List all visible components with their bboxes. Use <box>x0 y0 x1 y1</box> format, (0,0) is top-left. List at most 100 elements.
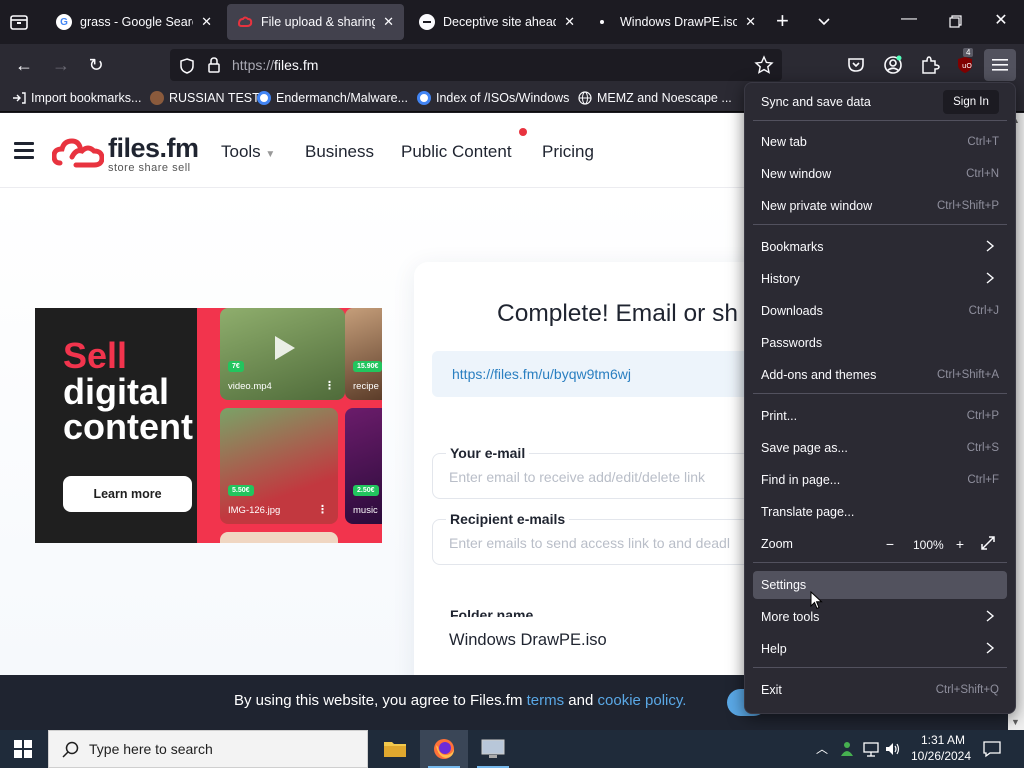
bookmark-star-icon[interactable] <box>754 55 774 75</box>
nav-bar: ← → ↻ https://files.fm uO 4 <box>0 44 1024 86</box>
tab-file-upload[interactable]: File upload & sharing. F ✕ <box>227 4 404 40</box>
bookmark-label: Endermanch/Malware... <box>276 91 409 105</box>
cookie-policy-link[interactable]: cookie policy. <box>598 692 687 709</box>
ublock-icon[interactable]: uO 4 <box>954 48 976 76</box>
url-bar[interactable]: https://files.fm <box>170 49 782 81</box>
show-hidden-icons-chevron-icon[interactable]: ︿ <box>816 740 828 757</box>
globe-icon <box>578 91 592 105</box>
restore-icon[interactable] <box>940 14 970 30</box>
extensions-icon[interactable] <box>918 54 940 76</box>
sync-label: Sync and save data <box>761 95 871 109</box>
share-link[interactable]: https://files.fm/u/byqw9tm6wj <box>452 366 631 382</box>
menu-print[interactable]: Print... Ctrl+P <box>753 402 1007 430</box>
close-tab-icon[interactable]: ✕ <box>201 14 212 30</box>
menu-new-window[interactable]: New window Ctrl+N <box>753 160 1007 188</box>
tab-title: Deceptive site ahead <box>443 15 557 29</box>
ad-card-music: 2.50€ music <box>345 408 382 524</box>
fullscreen-icon[interactable] <box>979 534 997 552</box>
url-text[interactable]: https://files.fm <box>232 57 318 73</box>
bookmark-russian-test[interactable]: RUSSIAN TEST <box>150 91 260 105</box>
notifications-icon[interactable] <box>982 740 1002 758</box>
close-tab-icon[interactable]: ✕ <box>745 14 756 30</box>
menu-exit[interactable]: Exit Ctrl+Shift+Q <box>753 676 1007 704</box>
menu-help[interactable]: Help <box>753 635 1007 663</box>
tab-deceptive-site[interactable]: Deceptive site ahead ✕ <box>409 4 585 40</box>
pocket-icon[interactable] <box>845 54 867 76</box>
menu-new-private-window[interactable]: New private window Ctrl+Shift+P <box>753 192 1007 220</box>
menu-passwords[interactable]: Passwords <box>753 329 1007 357</box>
cookie-text: By using this website, you agree to File… <box>234 692 687 709</box>
back-arrow-icon[interactable]: ← <box>13 54 35 76</box>
recipients-label: Recipient e-mails <box>446 511 570 527</box>
menu-history[interactable]: History <box>753 265 1007 293</box>
nav-tools[interactable]: Tools ▼ <box>221 142 275 162</box>
bookmark-memz[interactable]: MEMZ and Noescape ... <box>578 91 732 105</box>
bookmark-endermanch[interactable]: Endermanch/Malware... <box>257 91 408 105</box>
chevron-down-icon[interactable] <box>816 14 832 30</box>
shield-icon[interactable] <box>178 57 196 75</box>
folder-name-value: Windows DrawPE.iso <box>449 631 607 649</box>
zoom-in-icon[interactable]: + <box>951 535 969 553</box>
learn-more-button[interactable]: Learn more <box>63 476 192 512</box>
app-menu-button[interactable] <box>984 49 1016 81</box>
file-explorer-app[interactable] <box>371 730 419 768</box>
site-hamburger-icon[interactable] <box>14 142 34 159</box>
tab-windows-drawpe[interactable]: Windows DrawPE.iso | F ✕ <box>590 4 766 40</box>
card-label: IMG-126.jpg <box>228 505 281 516</box>
close-tab-icon[interactable]: ✕ <box>564 14 575 30</box>
terms-link[interactable]: terms <box>527 692 565 709</box>
filesfm-logo[interactable]: files.fm store share sell <box>51 133 202 174</box>
nav-pricing[interactable]: Pricing <box>542 142 594 162</box>
windows-start-icon[interactable] <box>14 740 32 758</box>
nav-business[interactable]: Business <box>305 142 374 162</box>
zoom-level[interactable]: 100% <box>913 538 944 552</box>
bookmark-import[interactable]: Import bookmarks... <box>12 91 141 105</box>
tab-list-icon[interactable] <box>8 11 30 33</box>
lock-icon[interactable] <box>206 56 222 74</box>
menu-separator <box>753 562 1007 563</box>
minimize-icon[interactable]: — <box>894 10 924 28</box>
menu-more-tools[interactable]: More tools <box>753 603 1007 631</box>
menu-translate-page[interactable]: Translate page... <box>753 498 1007 526</box>
network-users-icon[interactable] <box>838 740 856 758</box>
new-tab-plus-icon[interactable]: + <box>776 10 789 32</box>
app-menu-panel: Sync and save data Sign In New tab Ctrl+T… <box>744 82 1016 714</box>
reload-icon[interactable]: ↻ <box>85 54 107 76</box>
menu-find-in-page[interactable]: Find in page... Ctrl+F <box>753 466 1007 494</box>
close-tab-icon[interactable]: ✕ <box>383 14 394 30</box>
forward-arrow-icon[interactable]: → <box>50 54 72 76</box>
tab-bar: G grass - Google Search ✕ File upload & … <box>0 0 1024 44</box>
upload-complete-title: Complete! Email or sh <box>497 300 739 327</box>
volume-icon[interactable] <box>884 740 902 758</box>
windows-taskbar: Type here to search ︿ 1:31 AM 10/26/2024 <box>0 730 1024 768</box>
tab-google-search[interactable]: G grass - Google Search ✕ <box>46 4 222 40</box>
zoom-out-icon[interactable]: − <box>881 535 899 553</box>
taskbar-search-box[interactable]: Type here to search <box>48 730 368 768</box>
scroll-down-icon[interactable]: ▼ <box>1011 717 1020 727</box>
menu-new-tab[interactable]: New tab Ctrl+T <box>753 128 1007 156</box>
close-window-icon[interactable]: ✕ <box>986 10 1016 30</box>
clock-date[interactable]: 10/26/2024 <box>907 749 975 763</box>
warning-icon <box>419 14 435 30</box>
filesfm-icon <box>237 14 253 30</box>
remote-desktop-app[interactable] <box>469 730 517 768</box>
menu-settings[interactable]: Settings <box>753 571 1007 599</box>
sell-digital-content-ad[interactable]: Sell digital content Learn more 7€ video.… <box>35 308 382 543</box>
menu-separator <box>753 667 1007 668</box>
dot-icon <box>600 20 604 24</box>
clock-time[interactable]: 1:31 AM <box>918 733 968 747</box>
account-icon[interactable] <box>882 54 904 76</box>
nav-public-content[interactable]: Public Content <box>401 142 512 162</box>
network-icon[interactable] <box>862 740 880 758</box>
google-icon <box>417 91 431 105</box>
firefox-app[interactable] <box>420 730 468 768</box>
sign-in-button[interactable]: Sign In <box>943 90 999 114</box>
price-badge: 5.50€ <box>228 485 254 496</box>
menu-addons-themes[interactable]: Add-ons and themes Ctrl+Shift+A <box>753 361 1007 389</box>
menu-bookmarks[interactable]: Bookmarks <box>753 233 1007 261</box>
menu-downloads[interactable]: Downloads Ctrl+J <box>753 297 1007 325</box>
bookmark-label: RUSSIAN TEST <box>169 91 260 105</box>
bookmark-isos[interactable]: Index of /ISOs/Windows <box>417 91 569 105</box>
price-badge: 2.50€ <box>353 485 379 496</box>
menu-save-page[interactable]: Save page as... Ctrl+S <box>753 434 1007 462</box>
